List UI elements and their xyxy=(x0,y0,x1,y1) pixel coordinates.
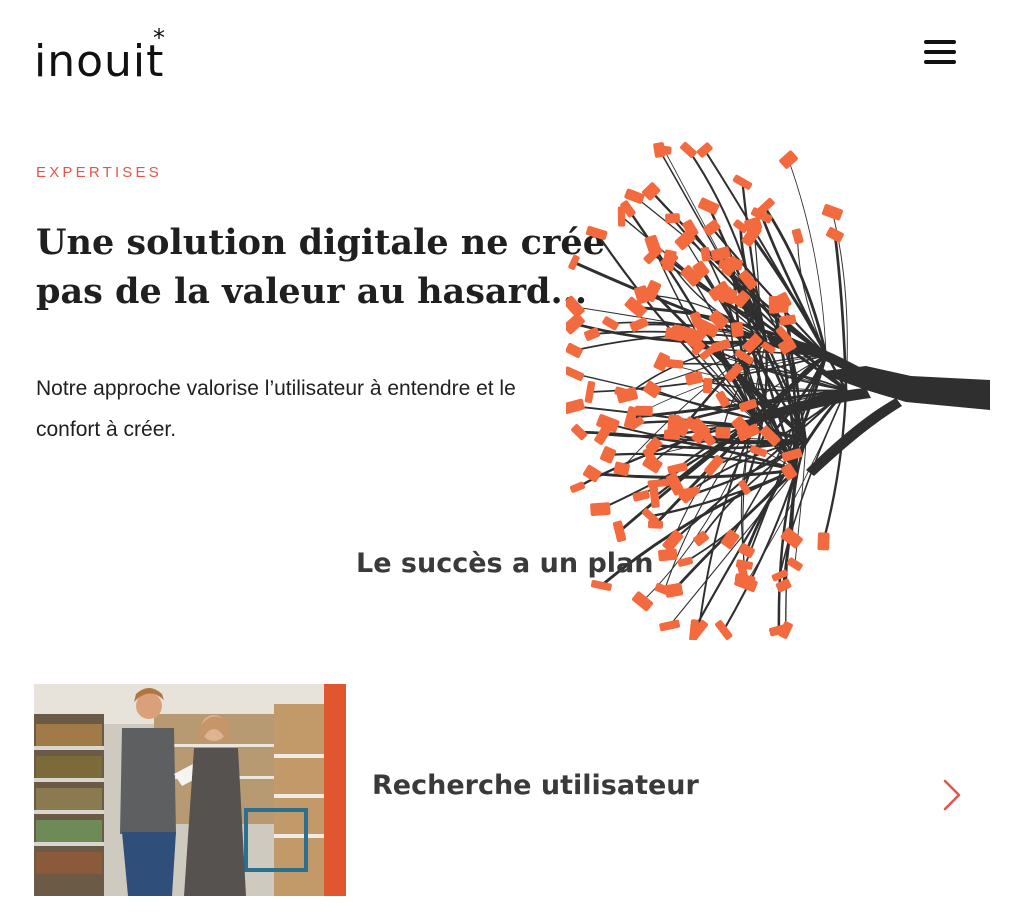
user-research-card[interactable]: Recherche utilisateur xyxy=(34,684,964,896)
chevron-right-icon[interactable] xyxy=(940,778,964,812)
card-title: Recherche utilisateur xyxy=(372,770,699,801)
menu-bar-top xyxy=(924,40,956,44)
page-headline: Une solution digitale ne crée pas de la … xyxy=(36,222,605,312)
menu-bar-middle xyxy=(924,50,956,54)
logo-wordmark: inouit xyxy=(34,36,165,87)
section-eyebrow: EXPERTISES xyxy=(36,164,162,181)
hamburger-menu-icon[interactable] xyxy=(920,36,960,70)
user-research-photo xyxy=(34,684,346,896)
tagline: Le succès a un plan xyxy=(356,548,654,579)
brand-logo[interactable]: inouit * xyxy=(34,24,194,87)
logo-star: * xyxy=(153,24,166,52)
menu-bar-bottom xyxy=(924,60,956,64)
intro-text: Notre approche valorise l’utilisateur à … xyxy=(36,377,516,441)
